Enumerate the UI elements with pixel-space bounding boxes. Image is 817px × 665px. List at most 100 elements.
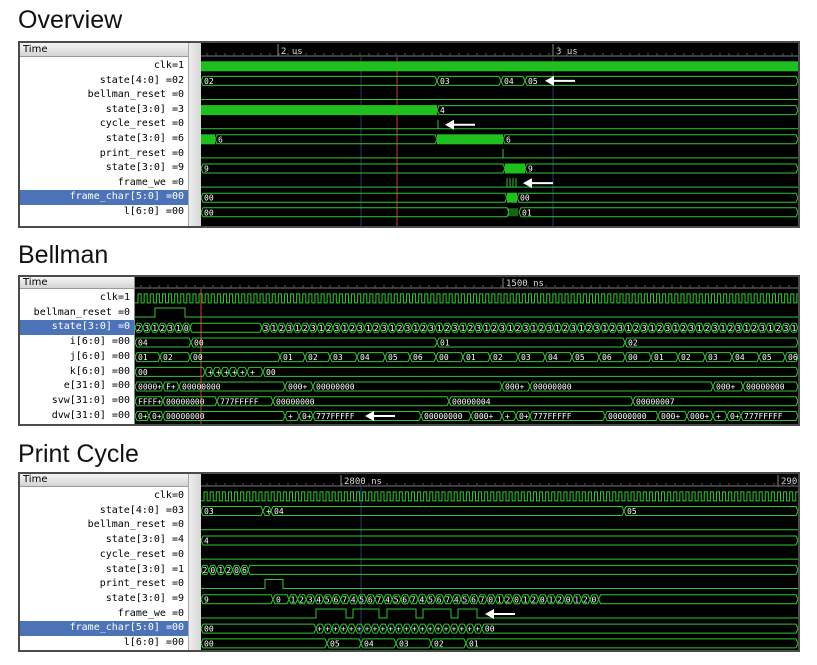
signal-name[interactable]: state[3:0] =1 bbox=[20, 563, 184, 578]
state-digit: 2 bbox=[226, 566, 231, 575]
state-digit: 2 bbox=[557, 595, 562, 604]
bus-value: 9 bbox=[528, 165, 533, 174]
bus-value: 01 bbox=[654, 353, 664, 362]
state-digit: 3 bbox=[287, 324, 292, 333]
section-title-print-cycle: Print Cycle bbox=[18, 440, 139, 468]
bus-value: 05 bbox=[528, 77, 538, 86]
time-tick-label: 2 us bbox=[281, 47, 303, 57]
signal-name[interactable]: l[6:0] =00 bbox=[20, 205, 184, 220]
bus-value: 777FFFFF bbox=[744, 412, 783, 421]
waveform-area[interactable]: 1500 ns 2 3 1 2 3 1 0 3 1 2 3 1 2 3 1 2 3 1 2 3 1 2 3 1 2 3 1 2 3 1 2 3 1… bbox=[135, 277, 798, 424]
bus-value: + bbox=[250, 368, 255, 377]
signal-name[interactable]: clk=1 bbox=[20, 59, 184, 74]
signal-name[interactable]: frame_we =0 bbox=[20, 607, 184, 622]
bus-value: + bbox=[216, 368, 221, 377]
signal-name[interactable]: print_reset =0 bbox=[20, 147, 184, 162]
state-digit: 1 bbox=[366, 324, 371, 333]
state-digit: 2 bbox=[299, 595, 304, 604]
bus-value: 05 bbox=[575, 353, 585, 362]
state-digit: 2 bbox=[374, 324, 379, 333]
signal-name[interactable]: dvw[31:0] =00 bbox=[20, 409, 130, 424]
state-digit: 1 bbox=[176, 324, 181, 333]
bus-value: 9 bbox=[204, 165, 209, 174]
signal-name-column: Time clk=1 state[4:0] =02 bellman_reset =0… bbox=[20, 43, 189, 226]
state-digit: 0 bbox=[540, 595, 545, 604]
signal-name[interactable]: bellman_reset =0 bbox=[20, 306, 130, 321]
state-digit: 2 bbox=[160, 324, 165, 333]
state-digit: 1 bbox=[437, 324, 442, 333]
state-digit: 2 bbox=[610, 324, 615, 333]
state-digit: 2 bbox=[203, 566, 208, 575]
signal-name[interactable]: frame_we =0 bbox=[20, 176, 184, 191]
bus-value: 03 bbox=[708, 353, 718, 362]
bus-value: 03 bbox=[399, 639, 409, 648]
signal-name[interactable]: state[3:0] =0 bbox=[20, 320, 134, 336]
time-header-label: Time bbox=[23, 474, 48, 485]
bus-value: 0+ bbox=[302, 412, 312, 421]
frame-char-change: + bbox=[317, 625, 322, 634]
bus-value: 01 bbox=[469, 639, 479, 648]
state-digit: 3 bbox=[144, 324, 149, 333]
state-digit: 2 bbox=[583, 595, 588, 604]
signal-name[interactable]: bellman_reset =0 bbox=[20, 518, 184, 533]
bus-value: 00 bbox=[138, 368, 148, 377]
bus-value: 06 bbox=[788, 353, 798, 362]
signal-name[interactable]: state[3:0] =9 bbox=[20, 161, 184, 176]
signal-name[interactable]: state[3:0] =6 bbox=[20, 132, 184, 147]
bus-value: 0000+ bbox=[138, 383, 162, 392]
bus-value: 00 bbox=[204, 625, 214, 634]
signal-name[interactable]: i[6:0] =00 bbox=[20, 335, 130, 350]
column-splitter[interactable] bbox=[188, 43, 202, 226]
state-digit: 2 bbox=[468, 324, 473, 333]
signal-name[interactable]: l[6:0] =00 bbox=[20, 636, 184, 651]
state-digit: 2 bbox=[705, 324, 710, 333]
bus-value: 000+ bbox=[716, 383, 735, 392]
bus-value: 06 bbox=[602, 353, 612, 362]
state-digit: 3 bbox=[524, 324, 529, 333]
signal-name[interactable]: state[3:0] =9 bbox=[20, 592, 184, 607]
signal-name[interactable]: state[4:0] =02 bbox=[20, 74, 184, 89]
signal-name[interactable]: svw[31:0] =00 bbox=[20, 394, 130, 409]
signal-name[interactable]: state[4:0] =03 bbox=[20, 504, 184, 519]
bus-value: 00 bbox=[628, 353, 638, 362]
state-digit: 3 bbox=[784, 324, 789, 333]
state-digit: 3 bbox=[405, 324, 410, 333]
state-digit: 7 bbox=[377, 595, 382, 604]
signal-name[interactable]: bellman_reset =0 bbox=[20, 88, 184, 103]
state-digit: 1 bbox=[319, 324, 324, 333]
state-digit: 2 bbox=[516, 324, 521, 333]
frame-char-change: + bbox=[420, 625, 425, 634]
state-digit: 1 bbox=[531, 324, 536, 333]
state-digit: 5 bbox=[428, 595, 433, 604]
bus-value: 04 bbox=[735, 353, 745, 362]
waveform-area[interactable]: 2 us 3 us 02 03 04 05 4 6 6 9 9 00 00 00 01 bbox=[201, 43, 798, 226]
signal-name[interactable]: clk=0 bbox=[20, 489, 184, 504]
bus-value: 04 bbox=[360, 353, 370, 362]
state-digit: 3 bbox=[571, 324, 576, 333]
waveform-area[interactable]: 2800 ns 290 03 +04 05 4 2 0 1 2 0 6 9 0 1 2 3 4 5 6 7 4 5 6 7 4 5 6… bbox=[201, 474, 798, 650]
frame-char-change: + bbox=[452, 625, 457, 634]
frame-char-change: + bbox=[459, 625, 464, 634]
state-digit: 7 bbox=[342, 595, 347, 604]
signal-name[interactable]: state[3:0] =3 bbox=[20, 103, 184, 118]
state-digit: 1 bbox=[218, 566, 223, 575]
signal-name[interactable]: cycle_reset =0 bbox=[20, 548, 184, 563]
signal-name[interactable]: clk=1 bbox=[20, 291, 130, 306]
signal-name[interactable]: j[6:0] =00 bbox=[20, 350, 130, 365]
signal-name[interactable]: cycle_reset =0 bbox=[20, 117, 184, 132]
state-digit: 3 bbox=[547, 324, 552, 333]
signal-name[interactable]: print_reset =0 bbox=[20, 577, 184, 592]
bus-value: 02 bbox=[163, 353, 173, 362]
signal-name[interactable]: e[31:0] =00 bbox=[20, 379, 130, 394]
bus-value: 05 bbox=[388, 353, 398, 362]
bus-value: 00000000 bbox=[533, 383, 572, 392]
state-digit: 2 bbox=[531, 595, 536, 604]
column-splitter[interactable] bbox=[188, 474, 202, 650]
signal-name[interactable]: frame_char[5:0] =00 bbox=[20, 621, 188, 636]
state-digit: 1 bbox=[152, 324, 157, 333]
signal-name[interactable]: frame_char[5:0] =00 bbox=[20, 190, 188, 205]
frame-char-change: + bbox=[412, 625, 417, 634]
signal-name[interactable]: k[6:0] =00 bbox=[20, 365, 130, 380]
state-digit: 1 bbox=[574, 595, 579, 604]
signal-name[interactable]: state[3:0] =4 bbox=[20, 533, 184, 548]
